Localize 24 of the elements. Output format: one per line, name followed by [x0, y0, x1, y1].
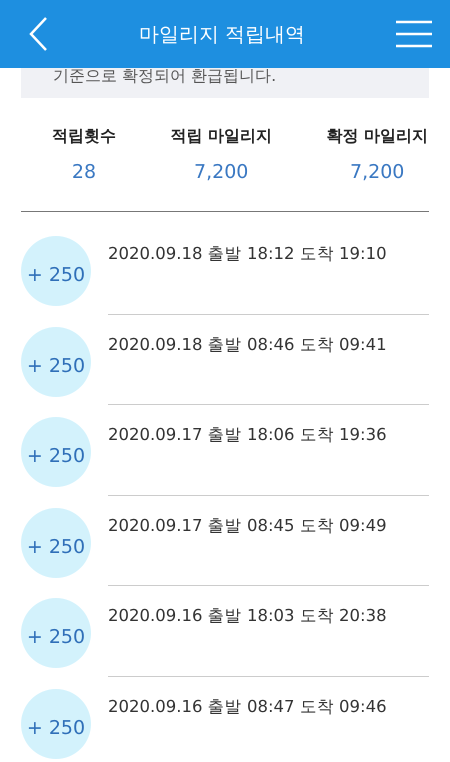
points-badge: + 250 — [21, 326, 91, 396]
stat-value: 28 — [72, 161, 96, 183]
back-icon — [28, 16, 48, 52]
stat-value: 7,200 — [350, 161, 404, 183]
stat-label: 적립횟수 — [52, 126, 116, 147]
points-badge: + 250 — [21, 688, 91, 758]
trip-info: 2020.09.17 출발 08:45 도착 09:49 — [108, 516, 387, 534]
stat-label: 확정 마일리지 — [326, 126, 428, 147]
menu-button[interactable] — [396, 20, 432, 48]
trip-info: 2020.09.16 출발 18:03 도착 20:38 — [108, 606, 387, 625]
points-badge: + 250 — [21, 598, 91, 668]
menu-icon — [396, 20, 432, 48]
notice-text: 기준으로 확정되어 환급됩니다. — [53, 68, 276, 84]
trip-info: 2020.09.17 출발 18:06 도착 19:36 — [108, 425, 387, 444]
points-badge: + 250 — [21, 236, 91, 306]
back-button[interactable] — [28, 16, 48, 52]
page-title: 마일리지 적립내역 — [138, 20, 306, 48]
trip-info: 2020.09.16 출발 08:47 도착 09:46 — [108, 696, 387, 716]
points-badge: + 250 — [21, 508, 91, 578]
stat-label: 적립 마일리지 — [170, 126, 272, 147]
trip-info: 2020.09.18 출발 08:46 도착 09:41 — [108, 334, 387, 354]
trip-info: 2020.09.18 출발 18:12 도착 19:10 — [108, 244, 387, 263]
points-badge: + 250 — [21, 417, 91, 487]
stat-value: 7,200 — [194, 161, 248, 183]
